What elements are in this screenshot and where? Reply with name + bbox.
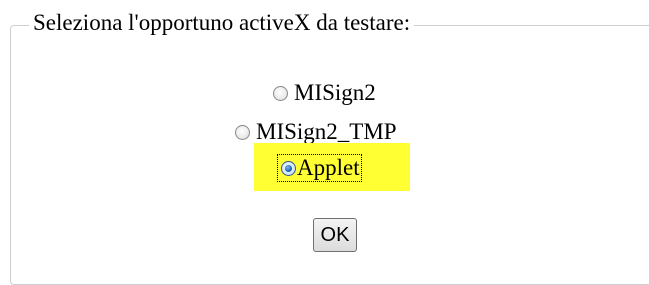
misign2-label: MISign2 [294,80,376,105]
option-applet[interactable]: Applet [277,154,362,182]
option-misign2-tmp[interactable]: MISign2_TMP [235,118,397,146]
option-misign2[interactable]: MISign2 [273,79,376,107]
fieldset-legend: Seleziona l'opportuno activeX da testare… [29,8,415,38]
applet-radio[interactable] [281,160,296,176]
misign2-tmp-radio[interactable] [235,124,250,140]
applet-label: Applet [297,155,360,180]
misign2-radio[interactable] [273,85,288,101]
ok-button[interactable]: OK [313,218,357,252]
applet-focus-box[interactable]: Applet [277,154,362,182]
misign2-tmp-label: MISign2_TMP [256,119,397,144]
